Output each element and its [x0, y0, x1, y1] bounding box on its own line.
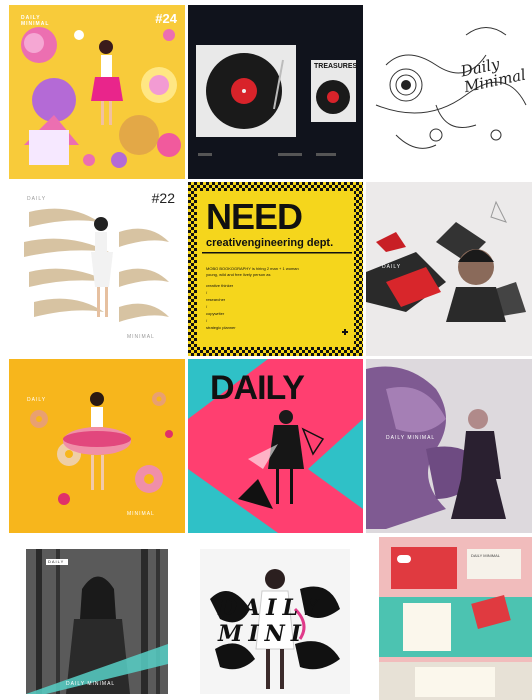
treasures-label: TREASURES — [314, 63, 358, 70]
forest-portrait-illustration — [26, 549, 168, 694]
tile-daily-minimal-lineart[interactable]: Daily Minimal — [366, 5, 532, 179]
issue-number: #22 — [151, 190, 175, 206]
need-headline: NEED — [206, 196, 303, 237]
role-separator: / — [206, 290, 208, 295]
daily-headline: DAILY — [210, 369, 305, 407]
roles-list: creative thinker / researcher / copywrit… — [206, 282, 236, 331]
role-separator: / — [206, 318, 208, 323]
tile-footer-label: MINIMAL — [127, 334, 155, 340]
smoke-portrait-illustration — [366, 359, 532, 533]
tile-brand-label: DAILY MINIMAL — [471, 553, 500, 558]
floral-line-illustration — [366, 5, 532, 179]
tile-brand-label: DAILY MINIMAL — [386, 435, 436, 441]
tile-donut-fashion[interactable]: DAILY MINIMAL — [9, 359, 185, 533]
tile-brand-label: DAILY — [382, 264, 402, 270]
role-item: creative thinker — [206, 283, 234, 288]
poster-body: MOBO BOOKOGRAPHY is hiring 2 man + 1 wom… — [206, 266, 299, 277]
stationery-illustration — [379, 537, 532, 700]
tile-need-job-poster[interactable]: NEED creativengineering dept. MOBO BOOKO… — [188, 182, 363, 356]
tile-brand-label: DAILY — [27, 196, 47, 202]
role-item: researcher — [206, 297, 226, 302]
tile-brand-label: DAILY MINIMAL — [66, 681, 116, 687]
brush-script-title: DAILY MINI — [218, 595, 325, 647]
tile-treasures-turntable[interactable]: TREASURES — [188, 5, 363, 179]
tile-bw-forest-portrait[interactable]: DAILY DAILY MINIMAL — [26, 549, 168, 694]
tile-daily-minimal-24[interactable]: DAILY MINIMAL #24 — [9, 5, 185, 179]
tile-brand-label: DAILY MINIMAL — [21, 15, 50, 27]
tile-daily-22-zebra[interactable]: DAILY #22 MINIMAL — [9, 182, 185, 356]
role-separator: / — [206, 304, 208, 309]
zebra-pattern-illustration — [9, 182, 185, 356]
tile-footer-label: MINIMAL — [127, 511, 155, 517]
turntable-illustration — [188, 5, 363, 179]
issue-number: #24 — [155, 11, 177, 26]
candy-land-illustration — [9, 5, 185, 179]
tile-red-splash-portrait[interactable]: DAILY — [366, 182, 532, 356]
tile-tag-label: DAILY — [48, 559, 65, 564]
tile-stationery-mockup[interactable]: DAILY MINIMAL — [379, 537, 532, 700]
role-item: strategic planner — [206, 325, 236, 330]
tile-brush-script-portrait[interactable]: DAILY MINI — [200, 549, 350, 694]
tile-purple-smoke[interactable]: DAILY MINIMAL — [366, 359, 532, 533]
tile-brand-label: DAILY — [27, 397, 47, 403]
donut-illustration — [9, 359, 185, 533]
role-item: copywriter — [206, 311, 225, 316]
tile-daily-geometric[interactable]: DAILY — [188, 359, 363, 533]
poster-subhead: creativengineering dept. — [206, 237, 334, 249]
